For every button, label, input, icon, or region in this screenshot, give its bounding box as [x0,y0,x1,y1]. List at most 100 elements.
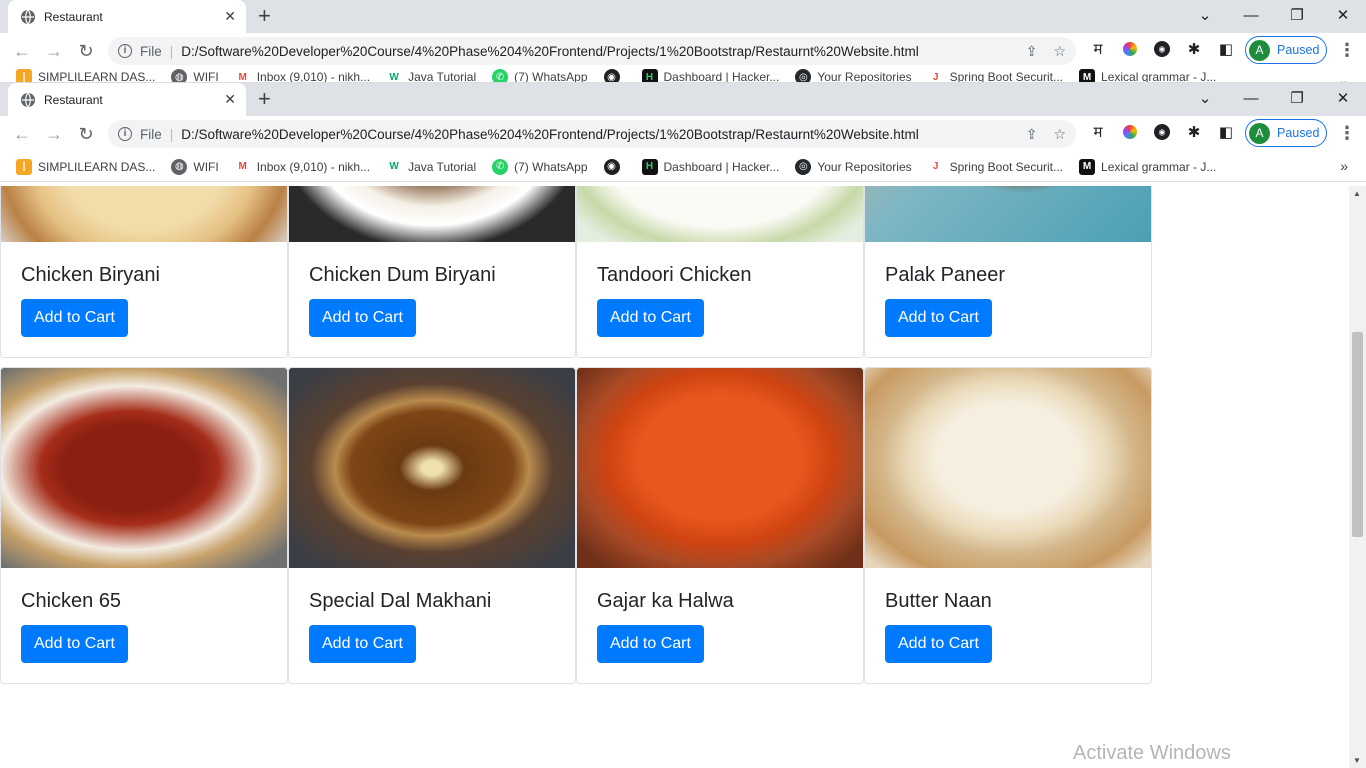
bookmark-item[interactable]: J Spring Boot Securit... [927,158,1063,175]
reload-icon[interactable]: ↻ [70,41,102,62]
bookmark-item[interactable]: M Lexical grammar - J... [1079,69,1216,82]
bookmark-item[interactable]: J Spring Boot Securit... [927,69,1064,83]
tab-title: Restaurant [44,92,103,107]
add-to-cart-button[interactable]: Add to Cart [885,299,992,337]
duplicate-tab-strip: Restaurant ✕ + ⌄ — ❐ ✕ [0,0,1366,33]
card-title: Palak Paneer [885,264,1006,286]
close-tab-icon[interactable]: ✕ [224,8,236,25]
bookmark-item[interactable]: | SIMPLILEARN DAS... [16,69,155,82]
bookmark-item[interactable]: ◍ WIFI [171,158,219,175]
forward-icon[interactable]: → [38,41,70,62]
bookmarks-bar: | SIMPLILEARN DAS... ◍ WIFI M Inbox (9,010) -… [0,152,1366,182]
menu-card: Tandoori Chicken Add to Cart [576,186,864,358]
browser-menu-icon[interactable]: ⋮ [1338,123,1356,144]
add-to-cart-button[interactable]: Add to Cart [885,625,992,663]
bookmark-item[interactable]: ✆ (7) WhatsApp [492,69,588,82]
side-panel-icon[interactable]: ◧ [1216,39,1236,59]
url-text[interactable]: D:/Software%20Developer%20Course/4%20Pha… [181,127,1009,142]
bookmark-label: Your Repositories [817,159,912,174]
hindi-extension-icon[interactable]: म [1088,39,1108,59]
tab-search-icon[interactable]: ⌄ [1182,83,1228,113]
back-icon[interactable]: ← [6,124,38,145]
add-to-cart-button[interactable]: Add to Cart [21,299,128,337]
tab-restaurant[interactable]: Restaurant ✕ [8,83,246,116]
bookmarks-overflow-icon[interactable]: » [1340,75,1348,82]
minimize-icon[interactable]: — [1228,83,1274,113]
new-tab-button[interactable]: + [258,4,271,28]
share-icon[interactable]: ⇪ [1026,126,1038,143]
audio-extension-icon[interactable]: ◉ [1154,41,1170,57]
reload-icon[interactable]: ↻ [70,124,102,145]
profile-button[interactable]: A Paused [1245,119,1327,147]
close-tab-icon[interactable]: ✕ [224,91,236,108]
back-icon[interactable]: ← [6,41,38,62]
restore-icon[interactable]: ❐ [1274,83,1320,113]
browser-menu-icon[interactable]: ⋮ [1338,40,1356,61]
bookmark-item[interactable]: H Dashboard | Hacker... [641,158,779,175]
bookmark-item[interactable]: M Lexical grammar - J... [1079,158,1216,175]
card-body: Chicken 65 Add to Cart [1,568,287,683]
minimize-icon[interactable]: — [1228,0,1274,30]
scroll-up-icon[interactable]: ▲ [1353,189,1361,198]
tab-search-icon[interactable]: ⌄ [1182,0,1228,30]
menu-card: Chicken 65 Add to Cart [0,367,288,684]
bookmark-item[interactable]: ◉ [603,69,626,82]
bookmark-item[interactable]: ◎ Your Repositories [795,158,912,175]
card-body: Tandoori Chicken Add to Cart [577,242,863,357]
bookmark-item[interactable]: W Java Tutorial [386,69,476,82]
bookmarks-overflow-icon[interactable]: » [1340,158,1348,174]
bookmark-item[interactable]: M Inbox (9,010) - nikh... [234,158,370,175]
bookmark-item[interactable]: H Dashboard | Hacker... [641,69,779,82]
vertical-scrollbar[interactable]: ▲ ▼ [1349,186,1366,768]
duplicate-bookmarks-bar: | SIMPLILEARN DAS... ◍ WIFI M Inbox (9,010) -… [0,69,1366,83]
color-picker-extension-icon[interactable] [1123,125,1137,139]
add-to-cart-button[interactable]: Add to Cart [309,625,416,663]
address-bar[interactable]: i File | D:/Software%20Developer%20Cours… [108,120,1076,148]
puzzle-extensions-icon[interactable]: ✱ [1184,39,1204,59]
food-image [577,186,863,242]
close-window-icon[interactable]: ✕ [1320,83,1366,113]
audio-extension-icon[interactable]: ◉ [1154,124,1170,140]
new-tab-button[interactable]: + [258,87,271,111]
bookmark-label: Spring Boot Securit... [949,70,1064,83]
profile-button[interactable]: A Paused [1245,36,1327,64]
close-window-icon[interactable]: ✕ [1320,0,1366,30]
duplicate-tab[interactable]: Restaurant ✕ [8,0,246,33]
scrollbar-thumb[interactable] [1352,332,1363,537]
bookmark-item[interactable]: ◎ Your Repositories [795,69,912,83]
hackerrank-icon: H [641,158,658,175]
color-picker-extension-icon[interactable] [1123,42,1137,56]
share-icon[interactable]: ⇪ [1026,43,1038,60]
card-title: Gajar ka Halwa [597,590,734,612]
bookmark-item[interactable]: | SIMPLILEARN DAS... [16,158,155,175]
site-info-icon[interactable]: i [118,127,132,141]
scroll-down-icon[interactable]: ▼ [1353,756,1361,765]
add-to-cart-button[interactable]: Add to Cart [309,299,416,337]
forward-icon[interactable]: → [38,124,70,145]
card-title: Tandoori Chicken [597,264,752,286]
bookmark-label: Your Repositories [817,70,912,83]
bookmark-item[interactable]: ◍ WIFI [171,69,219,82]
bookmark-item[interactable]: ◉ [603,158,626,175]
address-bar[interactable]: i File | D:/Software%20Developer%20Cours… [108,37,1076,65]
hindi-extension-icon[interactable]: म [1088,122,1108,142]
profile-status: Paused [1277,126,1320,140]
bookmark-item[interactable]: ✆ (7) WhatsApp [492,158,588,175]
card-title: Chicken Dum Biryani [309,264,496,286]
gmail-icon: M [234,158,251,175]
bookmark-star-icon[interactable]: ☆ [1053,126,1066,143]
bookmark-item[interactable]: M Inbox (9,010) - nikh... [234,69,370,82]
site-info-icon[interactable]: i [118,44,132,58]
add-to-cart-button[interactable]: Add to Cart [597,299,704,337]
bookmark-star-icon[interactable]: ☆ [1053,43,1066,60]
bookmark-item[interactable]: W Java Tutorial [386,158,476,175]
restore-icon[interactable]: ❐ [1274,0,1320,30]
puzzle-extensions-icon[interactable]: ✱ [1184,122,1204,142]
url-text[interactable]: D:/Software%20Developer%20Course/4%20Pha… [181,44,1009,59]
card-body: Chicken Dum Biryani Add to Cart [289,242,575,357]
add-to-cart-button[interactable]: Add to Cart [21,625,128,663]
food-image [289,186,575,242]
card-body: Chicken Biryani Add to Cart [1,242,287,357]
add-to-cart-button[interactable]: Add to Cart [597,625,704,663]
side-panel-icon[interactable]: ◧ [1216,122,1236,142]
